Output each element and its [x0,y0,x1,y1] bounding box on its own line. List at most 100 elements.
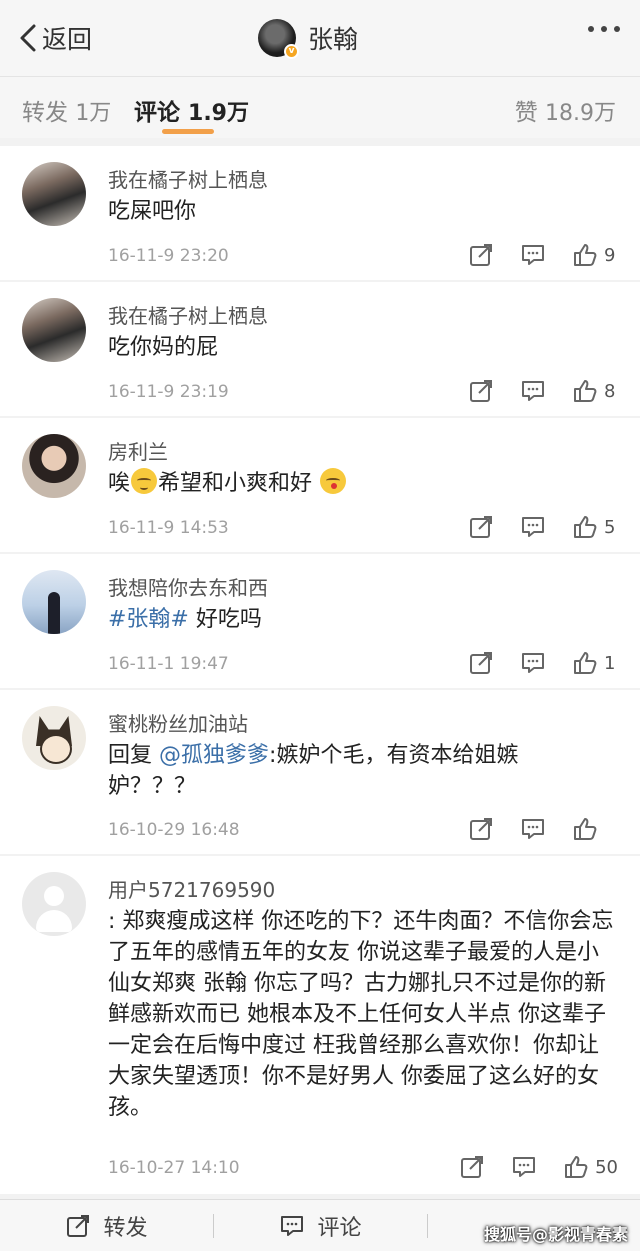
chevron-left-icon [20,24,36,52]
comment-item: 房利兰 唉 希望和小爽和好 16-11-9 14:53 5 [0,418,640,552]
sad-face-emoji-icon [131,468,158,494]
comment-icon [522,819,544,839]
comment-username[interactable]: 我想陪你去东和西 [108,572,268,601]
back-button[interactable]: 返回 [18,18,92,58]
tab-comment[interactable]: 评论 1.9万 [134,93,249,127]
tab-like[interactable]: 赞 18.9万 [515,93,616,127]
comment-icon [522,381,544,401]
like-button[interactable]: 9 [572,242,618,268]
comment-item: 蜜桃粉丝加油站 回复 @孤独爹爹:嫉妒个毛，有资本给姐嫉妒？？？ 16-10-2… [0,690,640,854]
comment-text-body: 好吃吗 [188,607,262,632]
comment-text-start: 唉 [108,471,131,496]
divider [427,1214,428,1238]
comment-text: 吃屎吧你 [108,199,197,224]
comment-actions: 8 [468,378,618,404]
repost-button[interactable] [468,378,494,404]
comment-text: : 郑爽瘦成这样 你还吃的下？还牛肉面？不信你会忘了五年的感情五年的女友 你说这… [108,909,614,1120]
comment-item: 我在橘子树上栖息 吃你妈的屁 16-11-9 23:19 8 [0,282,640,416]
active-tab-indicator [162,129,214,134]
comment-item: 用户5721769590 : 郑爽瘦成这样 你还吃的下？还牛肉面？不信你会忘了五… [0,856,640,1194]
repost-button[interactable] [468,816,494,842]
repost-icon [470,818,492,840]
thumbs-up-icon [574,818,597,840]
more-dot [601,26,607,32]
more-dots-icon [588,26,594,32]
repost-button[interactable] [468,650,494,676]
avatar[interactable] [22,570,86,634]
like-button[interactable]: 5 [572,514,618,540]
tab-comment-count: 1.9万 [188,101,249,126]
comment-actions: 9 [468,242,618,268]
comment-actions: 1 [468,650,618,676]
profile-title[interactable]: v 张翰 [258,16,358,60]
comment-text: 回复 @孤独爹爹:嫉妒个毛，有资本给姐嫉妒？？？ [108,740,558,802]
repost-button[interactable] [459,1154,485,1180]
default-avatar-icon[interactable] [22,872,86,936]
repost-icon [67,1215,90,1237]
avatar[interactable] [22,162,86,226]
more-options-button[interactable] [588,26,620,32]
bottom-repost-button[interactable]: 转发 [0,1200,213,1251]
top-navigation-bar: 返回 v 张翰 [0,0,640,76]
comment-text: 唉 希望和小爽和好 [108,468,618,499]
comment-actions [468,816,618,842]
repost-icon [461,1156,484,1178]
comment-text: #张翰# 好吃吗 [108,604,618,635]
comment-username[interactable]: 房利兰 [108,436,168,465]
repost-button[interactable] [468,242,494,268]
tab-repost-label: 转发 [22,100,68,126]
hashtag-link[interactable]: #张翰# [108,607,189,632]
like-count: 5 [604,516,616,538]
thumbs-up-icon [565,1156,588,1178]
mention-link[interactable]: @孤独爹爹 [159,743,269,768]
reply-button[interactable] [520,242,546,268]
reply-button[interactable] [511,1154,537,1180]
comment-actions: 5 [468,514,618,540]
tab-repost-count: 1万 [75,101,112,126]
page-title: 张翰 [308,25,359,54]
like-button[interactable] [572,816,618,842]
comment-time: 16-11-9 23:19 [108,382,229,402]
bottom-comment-label: 评论 [317,1216,362,1241]
comment-text-middle: 希望和小爽和好 [158,471,313,496]
bottom-comment-button[interactable]: 评论 [214,1200,427,1251]
tab-bar: 转发 1万 评论 1.9万 赞 18.9万 [0,76,640,138]
comment-time: 16-11-1 19:47 [108,654,229,674]
tab-like-label: 赞 [514,100,538,126]
comment-actions: 50 [459,1154,618,1180]
tab-like-count: 18.9万 [545,101,616,126]
thumbs-up-icon [574,516,597,538]
like-count: 8 [604,380,616,402]
like-button[interactable]: 1 [572,650,618,676]
comment-icon [522,653,544,673]
comment-text: 吃你妈的屁 [108,335,219,360]
comment-username[interactable]: 用户5721769590 [108,874,275,903]
repost-icon [470,380,492,402]
repost-icon [470,244,492,266]
avatar[interactable] [22,298,86,362]
kiss-face-emoji-icon [320,468,347,494]
watermark: 搜狐号@影视青春素 [483,1225,628,1244]
avatar[interactable] [22,434,86,498]
verified-badge-icon: v [284,44,299,59]
comment-item: 我在橘子树上栖息 吃屎吧你 16-11-9 23:20 9 [0,146,640,280]
comment-username[interactable]: 我在橘子树上栖息 [108,300,268,329]
reply-button[interactable] [520,650,546,676]
comment-username[interactable]: 我在橘子树上栖息 [108,164,268,193]
thumbs-up-icon [574,380,597,402]
reply-button[interactable] [520,378,546,404]
reply-button[interactable] [520,816,546,842]
comment-item: 我想陪你去东和西 #张翰# 好吃吗 16-11-1 19:47 1 [0,554,640,688]
comment-time: 16-11-9 23:20 [108,246,229,266]
more-dot [614,26,620,32]
reply-button[interactable] [520,514,546,540]
avatar[interactable] [22,706,86,770]
like-button[interactable]: 8 [572,378,618,404]
thumbs-up-icon [574,244,597,266]
repost-icon [470,516,492,538]
comment-username[interactable]: 蜜桃粉丝加油站 [108,708,248,737]
tab-repost[interactable]: 转发 1万 [22,93,111,127]
comment-time: 16-10-29 16:48 [108,820,240,840]
repost-button[interactable] [468,514,494,540]
like-button[interactable]: 50 [563,1154,618,1180]
